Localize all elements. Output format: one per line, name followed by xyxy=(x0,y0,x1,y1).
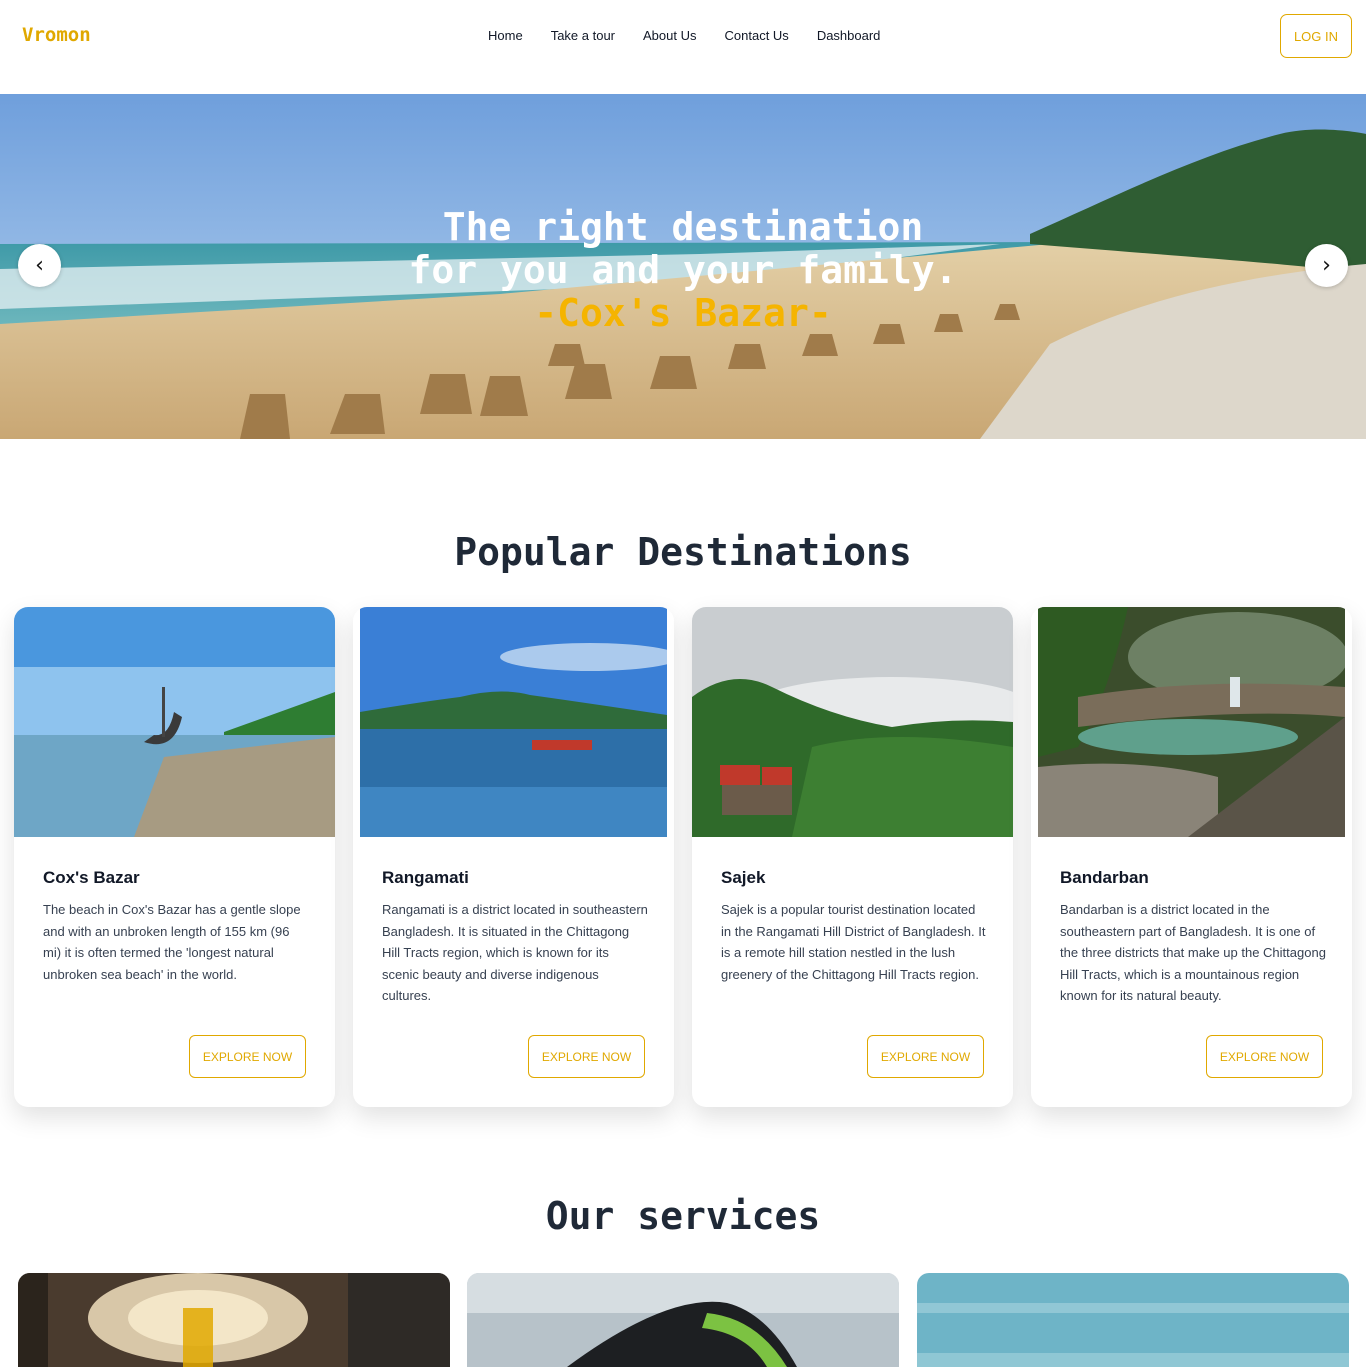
nav-dashboard[interactable]: Dashboard xyxy=(803,27,895,45)
card-title: Bandarban xyxy=(1060,868,1149,887)
sajek-hills-image xyxy=(692,607,1013,837)
carousel-prev-button[interactable]: ‹ xyxy=(18,244,61,287)
chevron-left-icon: ‹ xyxy=(35,253,44,278)
login-button[interactable]: LOG IN xyxy=(1280,14,1352,58)
destination-card-coxs-bazar: Cox's Bazar The beach in Cox's Bazar has… xyxy=(14,607,335,1107)
service-card-hotel xyxy=(18,1273,450,1367)
hero-line-2: for you and your family. xyxy=(408,248,958,292)
our-services-title: Our services xyxy=(545,1194,821,1238)
nav-home[interactable]: Home xyxy=(474,27,537,45)
card-description: The beach in Cox's Bazar has a gentle sl… xyxy=(43,902,301,982)
hero-line-1: The right destination xyxy=(442,205,924,249)
hero-headline: The right destination for you and your f… xyxy=(0,206,1366,335)
chevron-right-icon: › xyxy=(1322,253,1331,278)
nav-links: Home Take a tour About Us Contact Us Das… xyxy=(474,27,894,45)
nav-contact-us[interactable]: Contact Us xyxy=(711,27,803,45)
explore-now-button[interactable]: EXPLORE NOW xyxy=(1206,1035,1323,1078)
explore-now-button[interactable]: EXPLORE NOW xyxy=(189,1035,306,1078)
bandarban-waterfall-image xyxy=(1038,607,1345,837)
brand-logo[interactable]: Vromon xyxy=(22,24,91,46)
card-title: Rangamati xyxy=(382,868,469,887)
card-description: Rangamati is a district located in south… xyxy=(382,902,648,1004)
nav-take-a-tour[interactable]: Take a tour xyxy=(537,27,629,45)
bus-image xyxy=(467,1273,899,1367)
explore-now-button[interactable]: EXPLORE NOW xyxy=(528,1035,645,1078)
coxs-bazar-boat-image xyxy=(14,607,335,837)
hotel-lobby-image xyxy=(18,1273,450,1367)
carousel-next-button[interactable]: › xyxy=(1305,244,1348,287)
destination-card-bandarban: Bandarban Bandarban is a district locate… xyxy=(1031,607,1352,1107)
service-card-transport xyxy=(467,1273,899,1367)
hero-carousel: The right destination for you and your f… xyxy=(0,94,1366,439)
card-description: Sajek is a popular tourist destination l… xyxy=(721,902,986,982)
hero-location: -Cox's Bazar- xyxy=(534,291,832,335)
navbar: Vromon Home Take a tour About Us Contact… xyxy=(0,0,1366,94)
explore-now-button[interactable]: EXPLORE NOW xyxy=(867,1035,984,1078)
card-description: Bandarban is a district located in the s… xyxy=(1060,902,1326,1004)
nav-about-us[interactable]: About Us xyxy=(629,27,710,45)
card-title: Cox's Bazar xyxy=(43,868,140,887)
rangamati-lake-image xyxy=(360,607,667,837)
card-title: Sajek xyxy=(721,868,766,887)
destination-card-rangamati: Rangamati Rangamati is a district locate… xyxy=(353,607,674,1107)
popular-destinations-title: Popular Destinations xyxy=(454,530,912,574)
destination-card-sajek: Sajek Sajek is a popular tourist destina… xyxy=(692,607,1013,1107)
service-card-tour xyxy=(917,1273,1349,1367)
sky-sea-image xyxy=(917,1273,1349,1367)
